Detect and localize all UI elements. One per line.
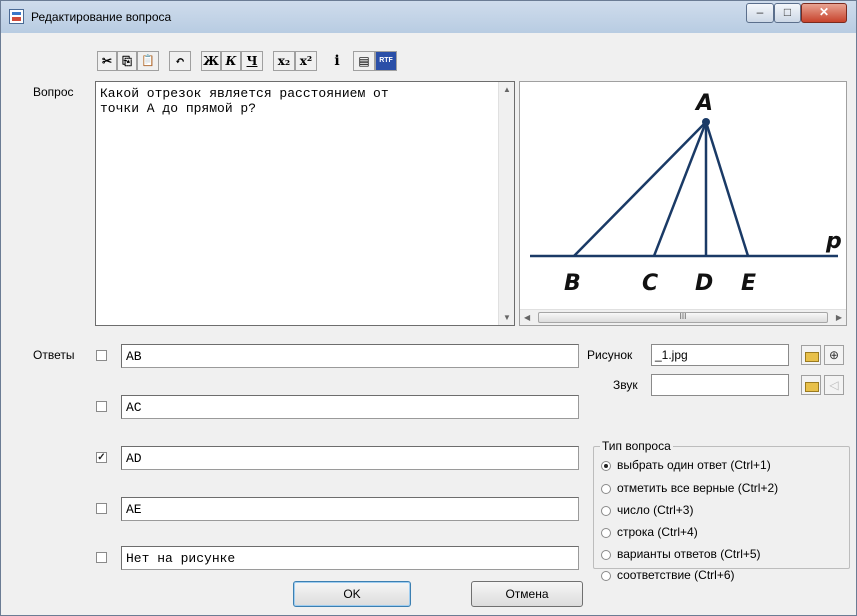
question-text-area[interactable]: Какой отрезок является расстоянием от то…	[95, 81, 515, 326]
scroll-left-icon[interactable]: ◀	[524, 313, 530, 322]
underline-button[interactable]: Ч	[241, 51, 263, 71]
subscript-button[interactable]: x₂	[273, 51, 295, 71]
zoom-icon[interactable]: ⊕	[824, 345, 844, 365]
minimize-button[interactable]: –	[746, 3, 774, 23]
segment-ae	[704, 121, 750, 257]
radio-all-correct-label[interactable]: отметить все верные (Ctrl+2)	[617, 481, 778, 495]
picture-horizontal-scrollbar[interactable]: ◀ III ▶	[520, 309, 846, 325]
answer-field-1[interactable]: AB	[121, 344, 579, 368]
segment-ab	[573, 121, 707, 257]
italic-button[interactable]: К	[221, 51, 241, 71]
label-e: E	[741, 271, 756, 296]
window-title: Редактирование вопроса	[31, 10, 172, 24]
picture-label: Рисунок	[587, 348, 633, 362]
cut-button[interactable]: ✂	[97, 51, 117, 71]
radio-string[interactable]	[601, 528, 611, 538]
sound-field[interactable]	[651, 374, 789, 396]
radio-number-label[interactable]: число (Ctrl+3)	[617, 503, 693, 517]
open-sound-folder-icon[interactable]	[801, 375, 821, 395]
radio-all-correct[interactable]	[601, 484, 611, 494]
question-label: Вопрос	[33, 85, 74, 99]
ok-button[interactable]: OK	[293, 581, 411, 607]
copy-button[interactable]: ⎘	[117, 51, 137, 71]
radio-single-answer[interactable]	[601, 461, 611, 471]
scroll-right-icon[interactable]: ▶	[836, 313, 842, 322]
bold-button[interactable]: Ж	[201, 51, 221, 71]
label-a: A	[694, 91, 713, 116]
answer-checkbox-1[interactable]	[96, 350, 107, 361]
info-button[interactable]: i	[327, 51, 347, 71]
segment-ac	[652, 121, 708, 257]
question-text[interactable]: Какой отрезок является расстоянием от то…	[100, 86, 495, 116]
edit-question-window: Редактирование вопроса – □ ✕ ✂ ⎘ 📋 ↶ Ж К…	[0, 0, 857, 616]
close-button[interactable]: ✕	[801, 3, 847, 23]
speaker-icon[interactable]: ◁	[824, 375, 844, 395]
answer-field-3[interactable]: AD	[121, 446, 579, 470]
maximize-button[interactable]: □	[774, 3, 801, 23]
label-b: B	[564, 271, 581, 296]
open-picture-folder-icon[interactable]	[801, 345, 821, 365]
scroll-thumb[interactable]: III	[538, 312, 828, 323]
geometry-figure: A p B C D E	[530, 91, 842, 296]
label-c: C	[642, 271, 658, 296]
superscript-button[interactable]: x²	[295, 51, 317, 71]
radio-answer-variants[interactable]	[601, 550, 611, 560]
answer-field-2[interactable]: AC	[121, 395, 579, 419]
answer-field-5[interactable]: Нет на рисунке	[121, 546, 579, 570]
answer-checkbox-4[interactable]	[96, 503, 107, 514]
radio-number[interactable]	[601, 506, 611, 516]
answer-checkbox-5[interactable]	[96, 552, 107, 563]
label-d: D	[695, 271, 713, 296]
sound-label: Звук	[613, 378, 638, 392]
answer-field-4[interactable]: AE	[121, 497, 579, 521]
paste-button[interactable]: 📋	[137, 51, 159, 71]
label-p: p	[825, 229, 842, 254]
picture-field[interactable]: _1.jpg	[651, 344, 789, 366]
answer-checkbox-3[interactable]: ✓	[96, 452, 107, 463]
question-type-title: Тип вопроса	[600, 439, 673, 453]
answers-label: Ответы	[33, 348, 75, 362]
point-a	[702, 118, 710, 126]
radio-answer-variants-label[interactable]: варианты ответов (Ctrl+5)	[617, 547, 761, 561]
cancel-button[interactable]: Отмена	[471, 581, 583, 607]
radio-matching-label[interactable]: соответствие (Ctrl+6)	[617, 568, 735, 582]
scroll-down-icon[interactable]: ▼	[503, 313, 511, 322]
undo-button[interactable]: ↶	[169, 51, 191, 71]
question-vertical-scrollbar[interactable]: ▲ ▼	[498, 82, 514, 325]
radio-string-label[interactable]: строка (Ctrl+4)	[617, 525, 698, 539]
radio-single-answer-label[interactable]: выбрать один ответ (Ctrl+1)	[617, 458, 771, 472]
answer-checkbox-2[interactable]	[96, 401, 107, 412]
radio-matching[interactable]	[601, 571, 611, 581]
plain-text-button[interactable]: ▤	[353, 51, 375, 71]
app-icon	[9, 9, 24, 24]
scroll-up-icon[interactable]: ▲	[503, 85, 511, 94]
picture-preview: A p B C D E ◀ III ▶	[519, 81, 847, 326]
rtf-button[interactable]: RTF	[375, 51, 397, 71]
title-bar[interactable]: Редактирование вопроса – □ ✕	[1, 1, 856, 33]
